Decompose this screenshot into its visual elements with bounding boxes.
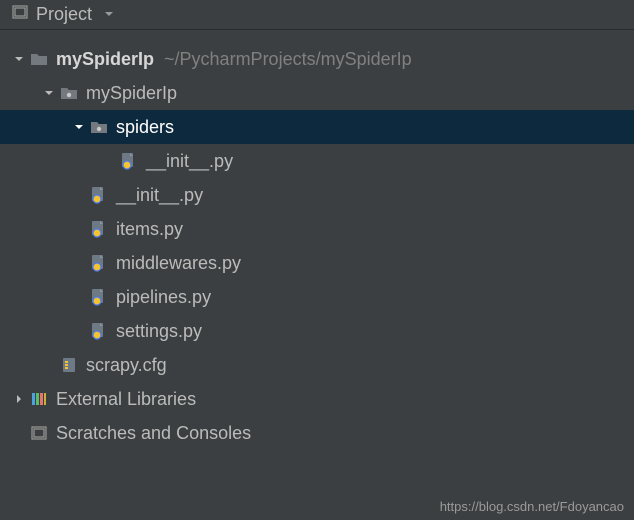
python-file-icon [88,186,110,204]
tree-root-project[interactable]: mySpiderIp ~/PycharmProjects/mySpiderIp [0,42,634,76]
python-file-icon [118,152,140,170]
file-label: items.py [116,219,183,240]
root-label: mySpiderIp [56,49,154,70]
project-view-icon [12,4,28,25]
tree-file-settings[interactable]: settings.py [0,314,634,348]
tree-external-libraries[interactable]: External Libraries [0,382,634,416]
package-icon [58,85,80,101]
tree-file-init[interactable]: __init__.py [0,178,634,212]
scratches-label: Scratches and Consoles [56,423,251,444]
chevron-down-icon[interactable] [70,122,88,132]
spiders-label: spiders [116,117,174,138]
python-file-icon [88,220,110,238]
project-toolbar: Project [0,0,634,30]
watermark-text: https://blog.csdn.net/Fdoyancao [440,499,624,514]
scratches-icon [28,425,50,441]
package-icon [88,119,110,135]
chevron-down-icon[interactable] [40,88,58,98]
python-file-icon [88,322,110,340]
package-label: mySpiderIp [86,83,177,104]
tree-file-items[interactable]: items.py [0,212,634,246]
root-path: ~/PycharmProjects/mySpiderIp [164,49,412,70]
toolbar-title[interactable]: Project [36,4,92,25]
chevron-down-icon[interactable] [10,54,28,64]
file-label: scrapy.cfg [86,355,167,376]
folder-icon [28,51,50,67]
library-icon [28,391,50,407]
tree-file-scrapycfg[interactable]: scrapy.cfg [0,348,634,382]
project-tree: mySpiderIp ~/PycharmProjects/mySpiderIp … [0,30,634,450]
toolbar-dropdown-icon[interactable] [104,8,114,22]
file-label: __init__.py [116,185,203,206]
python-file-icon [88,254,110,272]
file-label: settings.py [116,321,202,342]
tree-scratches[interactable]: Scratches and Consoles [0,416,634,450]
file-label: pipelines.py [116,287,211,308]
external-label: External Libraries [56,389,196,410]
python-file-icon [88,288,110,306]
tree-file-middlewares[interactable]: middlewares.py [0,246,634,280]
tree-package-myspiderip[interactable]: mySpiderIp [0,76,634,110]
tree-file-pipelines[interactable]: pipelines.py [0,280,634,314]
tree-package-spiders[interactable]: spiders [0,110,634,144]
tree-file-spiders-init[interactable]: __init__.py [0,144,634,178]
chevron-right-icon[interactable] [10,394,28,404]
file-label: middlewares.py [116,253,241,274]
file-label: __init__.py [146,151,233,172]
config-file-icon [58,356,80,374]
